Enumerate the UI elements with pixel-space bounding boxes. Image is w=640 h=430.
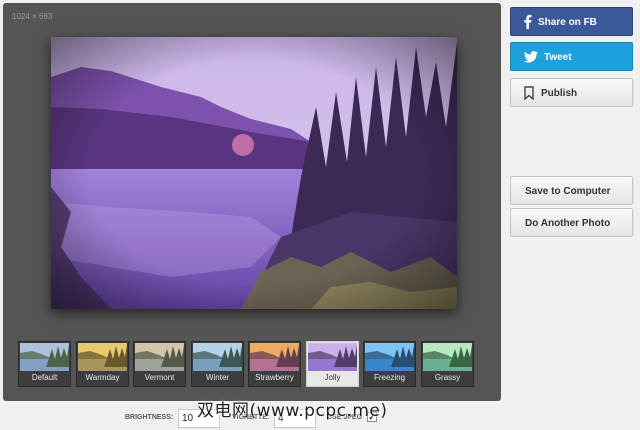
filter-thumbnail [365,343,414,371]
do-another-photo-label: Do Another Photo [525,218,611,229]
filter-label: Grassy [434,373,461,382]
filter-thumbnail [308,343,357,371]
filter-preview-image [423,343,472,371]
filter-warmday[interactable]: Warmday [76,341,129,387]
filter-thumbnail [78,343,127,371]
filter-default[interactable]: Default [18,341,71,387]
save-to-computer-label: Save to Computer [525,186,611,197]
filter-label: Vermont [144,373,175,382]
filter-label: Winter [205,373,230,382]
filter-preview-image [135,343,184,371]
filter-preview-image [193,343,242,371]
filter-thumbnail [423,343,472,371]
filter-thumbnail [250,343,299,371]
filter-preview-image [20,343,69,371]
brightness-label: BRIGHTNESS: [125,414,174,421]
bookmark-icon [524,86,534,100]
do-another-photo-button[interactable]: Do Another Photo [510,208,633,237]
publish-label: Publish [541,88,578,99]
filter-thumbnail [135,343,184,371]
filter-strip: Default Warmday Vermont Winter Strawberry Jol… [18,341,488,387]
filter-vermont[interactable]: Vermont [133,341,186,387]
filter-label: Default [31,373,58,382]
tweet-label: Tweet [544,52,572,63]
twitter-bird-icon [524,51,538,63]
filter-preview-image [365,343,414,371]
main-photo [51,37,457,309]
filter-label: Freezing [373,373,406,382]
share-on-facebook-button[interactable]: Share on FB [510,7,633,36]
filter-grassy[interactable]: Grassy [421,341,474,387]
lake-landscape-image [51,37,457,309]
filter-label: Jolly [324,373,341,382]
publish-button[interactable]: Publish [510,78,633,107]
filter-label: Strawberry [255,373,294,382]
filter-freezing[interactable]: Freezing [363,341,416,387]
filter-jolly[interactable]: Jolly [306,341,359,387]
filter-winter[interactable]: Winter [191,341,244,387]
filter-preview-image [250,343,299,371]
share-fb-label: Share on FB [538,17,597,28]
filter-label: Warmday [85,373,120,382]
image-dimensions: 1024 × 683 [12,12,53,21]
facebook-icon [524,14,532,29]
tweet-button[interactable]: Tweet [510,42,633,71]
filter-strawberry[interactable]: Strawberry [248,341,301,387]
filter-thumbnail [193,343,242,371]
save-to-computer-button[interactable]: Save to Computer [510,176,633,205]
photo-editor-panel: 1024 × 683 Default Warmday Vermont Winte… [3,3,501,401]
site-watermark: 双电网(www.pcpc.me) [197,401,388,421]
filter-preview-image [308,343,357,371]
filter-thumbnail [20,343,69,371]
filter-preview-image [78,343,127,371]
